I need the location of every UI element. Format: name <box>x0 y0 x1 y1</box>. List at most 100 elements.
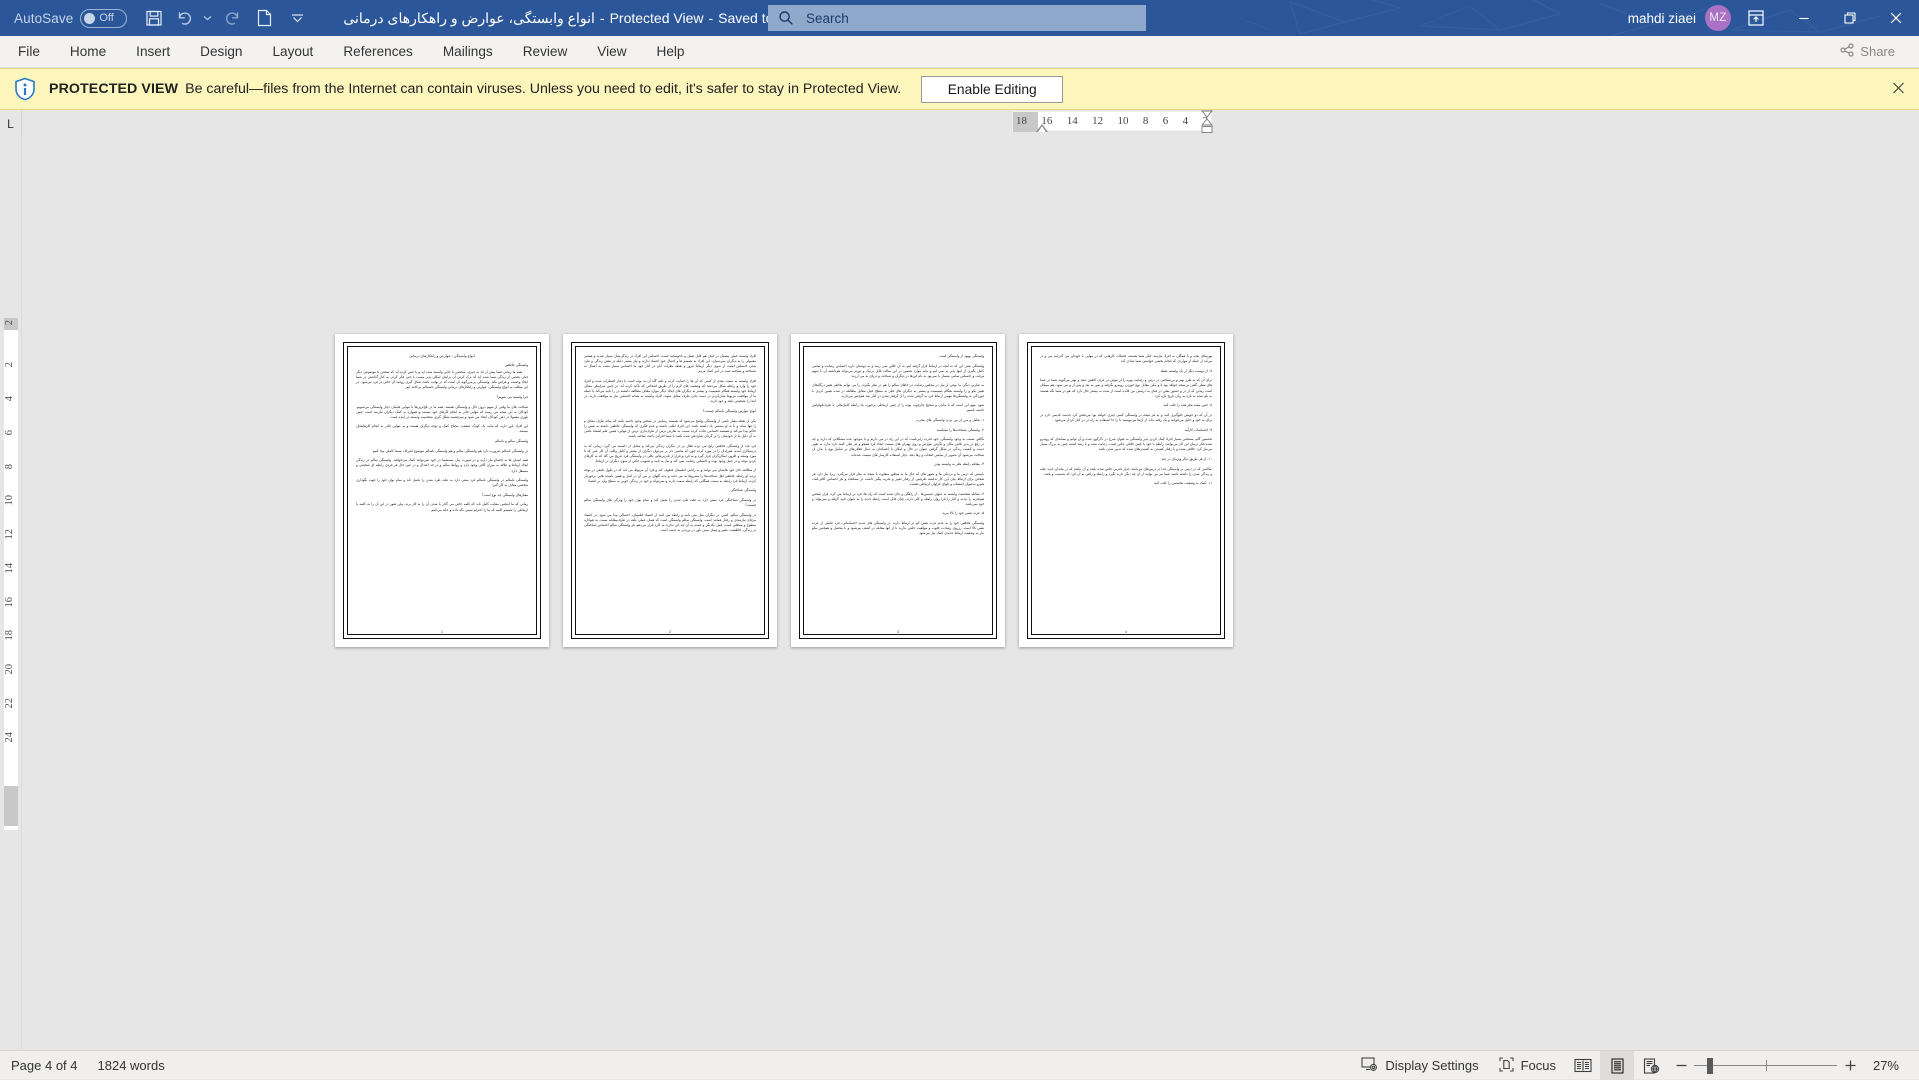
hanging-indent-icon[interactable] <box>1201 110 1213 134</box>
v-ruler-tick-14: 14 <box>4 563 18 574</box>
focus-mode-label: Focus <box>1521 1058 1556 1073</box>
avatar[interactable]: MZ <box>1705 5 1731 31</box>
tab-design[interactable]: Design <box>185 36 257 67</box>
page-1-para-9: معیارهای وابستگی چه نوع است؟ <box>356 493 528 498</box>
v-ruler-tick-16: 16 <box>4 597 18 608</box>
account-name[interactable]: mahdi ziaei <box>1628 11 1696 26</box>
document-workspace: 2 2 4 6 8 10 12 14 16 18 20 22 24 انواع … <box>0 138 1919 1050</box>
share-button[interactable]: Share <box>1828 39 1907 64</box>
ruler-tick-6: 6 <box>1163 115 1169 127</box>
zoom-level-label[interactable]: 27% <box>1863 1058 1915 1073</box>
search-box[interactable]: Search <box>768 5 1146 31</box>
horizontal-ruler[interactable]: 18 16 14 12 10 8 6 4 2 <box>1012 111 1212 131</box>
page-1-content: انواع وابستگی ، عوارض و راهکارهای درمانی… <box>347 346 537 635</box>
page-1-outer-border: انواع وابستگی ، عوارض و راهکارهای درمانی… <box>343 342 541 639</box>
page-4-para-4: ۸- حس مثبته نظر هده را جلب کنید <box>1040 403 1212 408</box>
restore-icon[interactable] <box>1827 0 1873 36</box>
autosave-state-label: Off <box>99 12 113 24</box>
tab-insert[interactable]: Insert <box>121 36 185 67</box>
page-4-para-1: بهره‌های بعده و یا همگان به افراد نیازمن… <box>1040 354 1212 364</box>
v-ruler-tick-12: 12 <box>4 529 18 540</box>
protected-view-label: Protected View <box>610 10 704 26</box>
title-separator-1: - <box>600 10 605 26</box>
autosave-toggle-knob <box>84 13 95 24</box>
ruler-tick-12: 12 <box>1092 115 1103 127</box>
tab-stop-selector[interactable]: L <box>0 110 22 138</box>
document-page-3[interactable]: وابستگی بهبود از وابستگی است وابستگی یعن… <box>791 334 1005 647</box>
page-2-para-6: از مطالعه جای خود هایشان می توانند و به … <box>584 468 756 483</box>
document-page-4[interactable]: بهره‌های بعده و یا همگان به افراد نیازمن… <box>1019 334 1233 647</box>
minimize-icon[interactable] <box>1781 0 1827 36</box>
read-mode-icon[interactable] <box>1566 1051 1600 1080</box>
zoom-out-icon[interactable] <box>1668 1051 1694 1080</box>
zoom-in-icon[interactable] <box>1837 1051 1863 1080</box>
tab-layout[interactable]: Layout <box>258 36 329 67</box>
page-3-para-8: ۳- مقابله رابطه نظر به وابسته بودن <box>812 462 984 467</box>
word-count[interactable]: 1824 words <box>88 1051 175 1080</box>
new-document-icon[interactable] <box>247 3 281 33</box>
undo-icon[interactable] <box>171 3 197 33</box>
ruler-tick-18: 18 <box>1016 115 1027 127</box>
autosave-toggle[interactable]: Off <box>80 9 127 28</box>
page-2-para-8: در وابستگی شناختگی فرد سعی دارد به علت ط… <box>584 498 756 508</box>
page-3-para-11: ۵- عزت نفس خود را بالا ببرید <box>812 511 984 516</box>
web-layout-icon[interactable] <box>1634 1051 1668 1080</box>
tab-help[interactable]: Help <box>642 36 700 67</box>
page-4-para-8: ۱۰- از هر طریق دیگر ویژه‌ای در چند <box>1040 457 1212 462</box>
page-3-para-1: وابستگی بهبود از وابستگی است <box>812 354 984 359</box>
page-3-content: وابستگی بهبود از وابستگی است وابستگی یعن… <box>803 346 993 635</box>
tab-view[interactable]: View <box>582 36 641 67</box>
page-1-para-1: همه ما زمانی شما پیش از حد به چیزی، شخصی… <box>356 370 528 390</box>
page-1-number: 1 <box>335 630 549 634</box>
vertical-ruler[interactable]: 2 2 4 6 8 10 12 14 16 18 20 22 24 <box>0 138 22 1050</box>
status-bar-right-group: Display Settings Focus <box>1350 1051 1919 1080</box>
tab-file[interactable]: File <box>0 36 55 67</box>
title-bar: AutoSave Off <box>0 0 1919 36</box>
zoom-slider[interactable] <box>1694 1051 1837 1080</box>
title-separator-2: - <box>708 10 713 26</box>
v-ruler-tick-18: 18 <box>4 630 18 641</box>
print-layout-icon[interactable] <box>1600 1051 1634 1080</box>
customize-quick-access-icon[interactable] <box>281 3 313 33</box>
search-input[interactable]: Search <box>806 11 849 26</box>
share-label: Share <box>1860 44 1895 59</box>
tab-review[interactable]: Review <box>508 36 583 67</box>
page-3-para-4: شود. مهم این است که با ماندن و صحیح چارچ… <box>812 403 984 413</box>
redo-icon[interactable] <box>217 3 247 33</box>
v-ruler-tick-20: 20 <box>4 664 18 675</box>
undo-dropdown-chevron-down-icon[interactable] <box>197 3 217 33</box>
indent-marker-icon[interactable] <box>1036 124 1048 132</box>
save-icon[interactable] <box>137 3 171 33</box>
page-2-para-2: افراد وابسته به سمت بعدی از کسی که آن ها… <box>584 379 756 405</box>
document-page-2[interactable]: افراد وابسته خیلی پیشتان در اینان هم قاب… <box>563 334 777 647</box>
tab-references[interactable]: References <box>328 36 428 67</box>
page-1-para-5: وابستگی سالم و ناسالم <box>356 439 528 444</box>
vertical-ruler-track <box>4 330 18 830</box>
page-4-para-7: نخستین گام، مشخص بسیار افراد کمک کردن پذ… <box>1040 437 1212 452</box>
tab-home[interactable]: Home <box>55 36 121 67</box>
document-canvas[interactable]: انواع وابستگی ، عوارض و راهکارهای درمانی… <box>22 138 1919 1050</box>
close-icon[interactable] <box>1873 0 1919 36</box>
tab-mailings[interactable]: Mailings <box>428 36 508 67</box>
avatar-initials: MZ <box>1709 12 1726 24</box>
ribbon-display-options-icon[interactable] <box>1731 0 1781 36</box>
ruler-tick-10: 10 <box>1118 115 1129 127</box>
protected-view-message: Be careful—files from the Internet can c… <box>185 81 901 97</box>
page-1-para-6: در وابستگی ناسالم ضرورت دارد هم وابستگی … <box>356 449 528 454</box>
vertical-ruler-bottom-margin <box>4 786 18 826</box>
focus-mode-button[interactable]: Focus <box>1489 1051 1566 1080</box>
ruler-tick-8: 8 <box>1143 115 1149 127</box>
enable-editing-button[interactable]: Enable Editing <box>921 76 1063 103</box>
page-1-para-2: چرا وابسته می شویم؟ <box>356 395 528 400</box>
search-icon <box>778 10 794 26</box>
protected-view-title: PROTECTED VIEW <box>49 81 178 97</box>
zoom-slider-handle[interactable] <box>1707 1058 1713 1074</box>
page-indicator[interactable]: Page 4 of 4 <box>0 1051 88 1080</box>
zoom-slider-midpoint <box>1766 1060 1767 1071</box>
document-page-1[interactable]: انواع وابستگی ، عوارض و راهکارهای درمانی… <box>335 334 549 647</box>
banner-close-icon[interactable] <box>1892 81 1905 98</box>
display-settings-button[interactable]: Display Settings <box>1350 1051 1488 1080</box>
display-settings-label: Display Settings <box>1385 1058 1478 1073</box>
page-3-para-3: به عبارتی دیگر، ما نوعی از نیاز در مجلس … <box>812 383 984 398</box>
page-4-para-6: ۹- احساسات کارآمد <box>1040 428 1212 433</box>
